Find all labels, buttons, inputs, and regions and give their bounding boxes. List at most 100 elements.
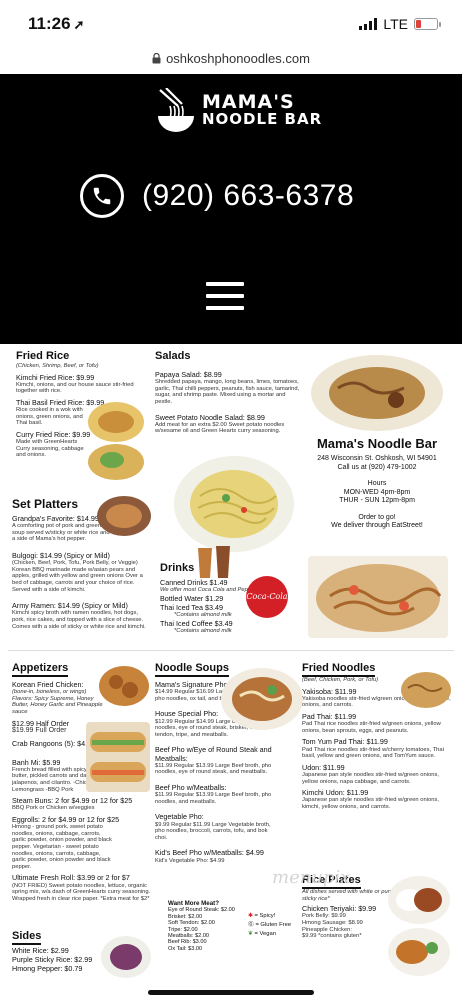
restaurant-info: Mama's Noodle Bar 248 Wisconsin St. Oshk… — [304, 436, 450, 531]
gluten-free-icon: Ⓖ — [248, 922, 254, 928]
logo-line-1: MAMA'S — [202, 91, 295, 113]
menu-item-desc: Add meat for an extra $2.00 Sweet potato… — [155, 421, 285, 435]
menu-image: Fried Rice (Chicken, Shrimp, Beef, or To… — [0, 344, 462, 984]
battery-icon — [414, 18, 441, 30]
order-line-1: Order to go! — [358, 513, 396, 521]
pho-photo — [221, 668, 303, 730]
address-bar[interactable]: oshkoshphonoodles.com — [0, 44, 462, 72]
phone-link[interactable]: (920) 663-6378 — [80, 174, 354, 218]
menu-item-desc: BBQ Pork or Chicken w/veggies — [12, 805, 95, 812]
menu-item-name: Steam Buns: 2 for $4.99 or 12 for $25 — [12, 796, 133, 806]
menu-item-name: Pad Thai: $11.99 — [302, 711, 357, 721]
menu-toggle-icon[interactable] — [206, 282, 244, 318]
menu-item-desc: (Chicken, Beef, Pork, Tofu, Pork Belly, … — [12, 560, 143, 593]
menu-divider — [8, 650, 454, 651]
menu-item-name: Thai Iced Coffee $3.49 — [160, 618, 233, 628]
menu-item-desc: Made with GreenHearts Curry seasoning, c… — [16, 439, 84, 459]
menu-item-desc: Japanese pan style noodles stir-fried w/… — [302, 771, 439, 785]
rice-plates-photo — [388, 876, 450, 976]
menu-item-desc: $11.99 Regular $13.99 Large Beef broth, … — [155, 792, 272, 805]
menu-item-name: Vegetable Pho: — [155, 812, 204, 822]
fried-rice-subtitle: (Chicken, Shrimp, Beef, or Tofu) — [16, 363, 99, 369]
legend-spicy: = Spicy! — [254, 913, 276, 919]
lock-icon — [152, 52, 161, 63]
network-label: LTE — [383, 16, 408, 32]
logo[interactable]: MAMA'S NOODLE BAR — [156, 88, 322, 134]
menu-item-name: Kimchi Fried Rice: $9.99 — [16, 372, 95, 382]
fried-noodles-title: Fried Noodles — [302, 662, 376, 677]
menu-item-name: Beef Pho w/Eye of Round Steak and Meatba… — [155, 745, 272, 763]
rice-photo — [101, 936, 151, 978]
watermark: menupix — [272, 867, 351, 888]
menu-item-desc: Shredded papaya, mango, long beans, lime… — [155, 379, 300, 405]
hours-line-2: THUR - SUN 12pm-8pm — [339, 497, 415, 505]
noodle-bowl-icon — [158, 88, 194, 132]
meat-item: Ox Tail: $3.00 — [168, 945, 203, 952]
menu-item-desc: (NOT FRIED) Sweet potato noodles, lettuc… — [12, 882, 151, 902]
vegan-leaf-icon: ❦ — [248, 931, 253, 937]
menu-item-desc: Hmong - ground pork, sweet potato noodle… — [12, 824, 112, 870]
want-more-meat-box: Want More Meat? Eye of Round Steak: $2.0… — [164, 898, 246, 956]
site-header: MAMA'S NOODLE BAR (920) 663-6378 — [0, 74, 462, 344]
restaurant-address: 248 Wisconsin St. Oshkosh, WI 54901 — [317, 455, 437, 463]
restaurant-name: Mama's Noodle Bar — [316, 436, 438, 451]
coca-cola-logo: Coca-Cola — [246, 576, 288, 618]
signal-icon — [359, 18, 378, 30]
menu-item-desc: Rice cooked in a wok with onions, green … — [16, 407, 83, 427]
menu-item-desc: Japanese pan style noodles stir-fried w/… — [302, 797, 439, 810]
clock: 11:26 ➚ — [28, 14, 85, 33]
restaurant-call: Call us at (920) 479-1002 — [337, 463, 417, 471]
menu-item-name: Beef Pho w/Meatballs: — [155, 782, 227, 792]
legend: ✱ = Spicy! Ⓖ = Gluten Free ❦ = Vegan — [248, 912, 291, 939]
fried-rice-title: Fried Rice — [16, 350, 70, 362]
menu-item-name: Tom Yum Pad Thai: $11.99 — [302, 737, 388, 747]
fried-noodles-photo — [401, 672, 451, 708]
home-indicator[interactable] — [148, 990, 314, 995]
menu-item-name: Ultimate Fresh Roll: $3.99 or 2 for $7 — [12, 873, 130, 883]
menu-item-desc: $11.99 Regular $13.99 Large Beef broth, … — [155, 762, 272, 776]
menu-item-name: Sweet Potato Noodle Salad: $8.99 — [155, 412, 265, 422]
salads-section: Salads Papaya Salad: $8.99 Shredded papa… — [155, 350, 303, 435]
phone-icon — [80, 174, 124, 218]
platter-photo — [97, 496, 151, 536]
menu-item-desc: Kid's Vegetable Pho: $4.99 — [155, 857, 225, 864]
menu-item-desc: *Contains almond milk — [174, 628, 232, 634]
fried-chicken-photo — [99, 666, 149, 706]
menu-item-desc: Kimchi spicy broth with ramen noodles, h… — [12, 610, 146, 630]
legend-vegan: = Vegan — [254, 931, 276, 937]
location-arrow-icon: ➚ — [73, 17, 85, 32]
status-bar: 11:26 ➚ LTE — [0, 0, 462, 44]
menu-item-desc: (bone-in, boneless, or wings) Flavors: S… — [12, 689, 103, 715]
menu-item-desc: Pad Thai rice noodles stir-fried w/cherr… — [302, 746, 444, 760]
hours-title: Hours — [367, 480, 387, 488]
sides-title: Sides — [12, 930, 42, 945]
menu-item-name: Eggrolls: 2 for $4.99 or 12 for $25 — [12, 814, 120, 824]
noodle-salad-photo — [174, 456, 294, 552]
logo-line-2: NOODLE BAR — [202, 110, 323, 128]
order-line-2: We deliver through EatStreet! — [331, 522, 423, 530]
url-text: oshkoshphonoodles.com — [166, 50, 310, 66]
iced-drinks-icon — [198, 546, 230, 578]
legend-gluten-free: = Gluten Free — [255, 922, 292, 928]
noodle-soups-title: Noodle Soups — [155, 662, 229, 677]
menu-item-name: Kimchi Udon: $11.99 — [302, 788, 369, 798]
top-right-dish-photo — [311, 355, 443, 431]
hours-line-1: MON-WED 4pm-8pm — [343, 488, 411, 496]
spicy-pepper-icon: ✱ — [248, 913, 253, 919]
menu-item-desc: Pad Thai rice noodles stir-fried w/green… — [302, 721, 441, 734]
menu-item-name: Papaya Salad: $8.99 — [155, 370, 222, 379]
fried-rice-photo — [88, 402, 144, 480]
menu-item-name: Udon: $11.99 — [302, 762, 345, 772]
salads-title: Salads — [155, 350, 191, 362]
menu-item-name: Kid's Beef Pho w/Meatballs: $4.99 — [155, 848, 264, 858]
menu-item-name: Army Ramen: $14.99 (Spicy or Mild) — [12, 601, 128, 611]
menu-item-desc: $9.99 Regular $11.99 Large Vegetable bro… — [155, 821, 271, 841]
menu-item-name: Bulgogi: $14.99 (Spicy or Mild) — [12, 550, 110, 560]
noodle-dish-photo — [308, 556, 448, 638]
bottom-bar — [0, 984, 462, 1000]
menu-item-desc: Kimchi, onions, and our house sauce stir… — [16, 381, 134, 395]
meat-item: Eye of Round Steak: $2.00 — [168, 907, 235, 914]
banh-mi-photo — [86, 722, 150, 792]
appetizers-title: Appetizers — [12, 662, 69, 677]
phone-number: (920) 663-6378 — [142, 179, 355, 212]
